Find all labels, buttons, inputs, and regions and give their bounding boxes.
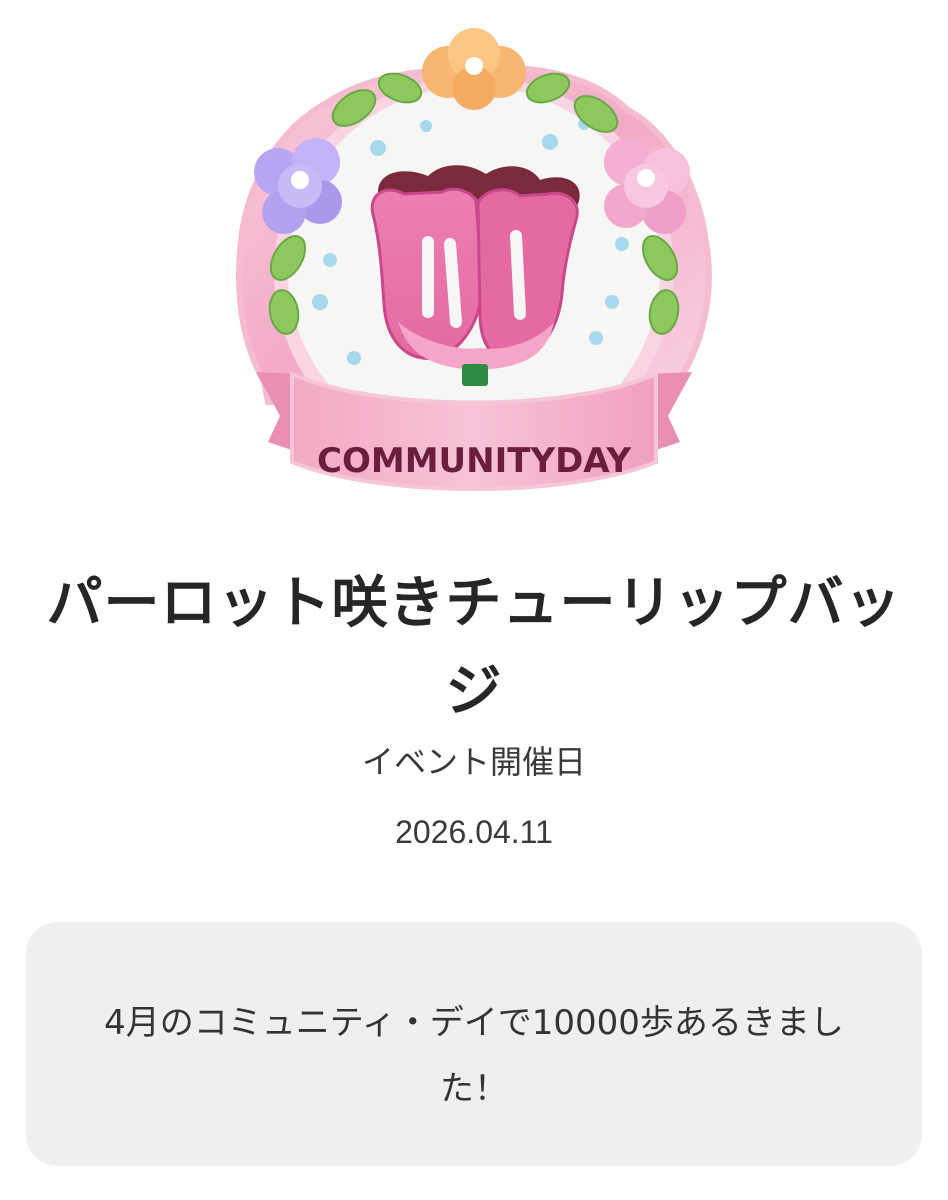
description-card: 4月のコミュニティ・デイで10000歩あるきました！: [26, 922, 922, 1166]
pink-flower: [604, 138, 690, 234]
purple-flower: [254, 138, 342, 234]
event-date-label: イベント開催日: [361, 743, 586, 781]
badge-image: COMMUNITYDAY: [228, 22, 720, 532]
badge-illustration: COMMUNITYDAY: [235, 28, 712, 491]
event-date-value: 2026.04.11: [395, 814, 553, 850]
description-text: 4月のコミュニティ・デイで10000歩あるきました！: [104, 1003, 844, 1109]
badge-title: パーロット咲きチューリップバッジ: [46, 571, 902, 724]
badge-ribbon-text: COMMUNITYDAY: [317, 441, 631, 481]
